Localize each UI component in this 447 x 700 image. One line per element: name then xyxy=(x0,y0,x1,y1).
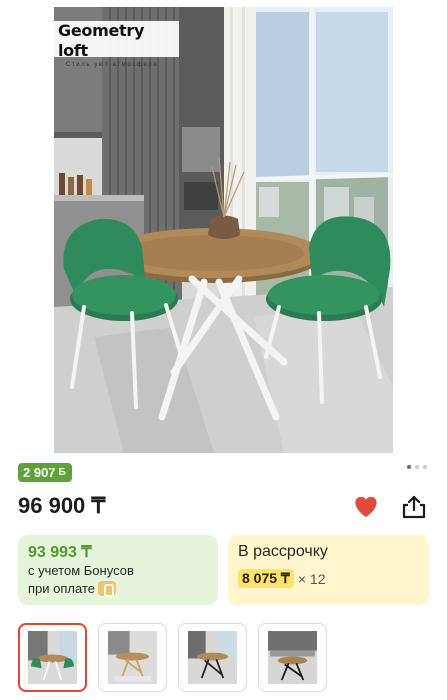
heart-icon xyxy=(355,496,377,517)
favorite-button[interactable] xyxy=(353,495,379,519)
bonus-price-card[interactable]: 93 993 ₸ с учетом Бонусов при оплате xyxy=(18,535,218,605)
installment-title: В рассрочку xyxy=(238,543,328,560)
brand-name: Geometry loft xyxy=(58,21,145,60)
brand-tagline: Стиль уют атмосфера xyxy=(66,62,159,68)
pagination-dot-active xyxy=(407,465,411,469)
product-price: 96 900 ₸ xyxy=(18,493,106,518)
share-icon xyxy=(402,495,426,519)
thumbnail-1-image xyxy=(28,631,77,684)
bonus-price: 93 993 ₸ xyxy=(28,544,92,561)
pagination-dot xyxy=(423,465,427,469)
share-button[interactable] xyxy=(401,494,427,520)
bonus-note-line1: с учетом Бонусов xyxy=(28,563,134,578)
installment-card[interactable]: В рассрочку 8 075 ₸ × 12 xyxy=(228,535,429,605)
thumbnail-4[interactable] xyxy=(258,623,327,692)
thumbnail-1[interactable] xyxy=(18,623,87,692)
thumbnail-3[interactable] xyxy=(178,623,247,692)
gallery-pagination xyxy=(407,465,427,469)
thumbnail-strip xyxy=(18,623,327,692)
product-photo-illustration xyxy=(54,7,393,453)
thumbnail-2[interactable] xyxy=(98,623,167,692)
brand-logo: Geometry loft Стиль уют атмосфера xyxy=(54,21,179,68)
installment-amount: 8 075 ₸ xyxy=(238,569,294,588)
installment-multiplier: × 12 xyxy=(297,570,326,587)
product-photo[interactable]: Geometry loft Стиль уют атмосфера xyxy=(54,7,393,453)
bonus-logo-icon xyxy=(97,581,116,597)
bonus-note-line2: при оплате xyxy=(28,581,95,596)
bonus-amount: 2 907 xyxy=(23,465,56,480)
bonus-badge: 2 907 Б xyxy=(18,463,72,482)
thumbnail-2-image xyxy=(108,631,157,684)
thumbnail-3-image xyxy=(188,631,237,684)
bonus-currency-icon: Б xyxy=(58,467,66,478)
thumbnail-4-image xyxy=(268,631,317,684)
pagination-dot xyxy=(415,465,419,469)
